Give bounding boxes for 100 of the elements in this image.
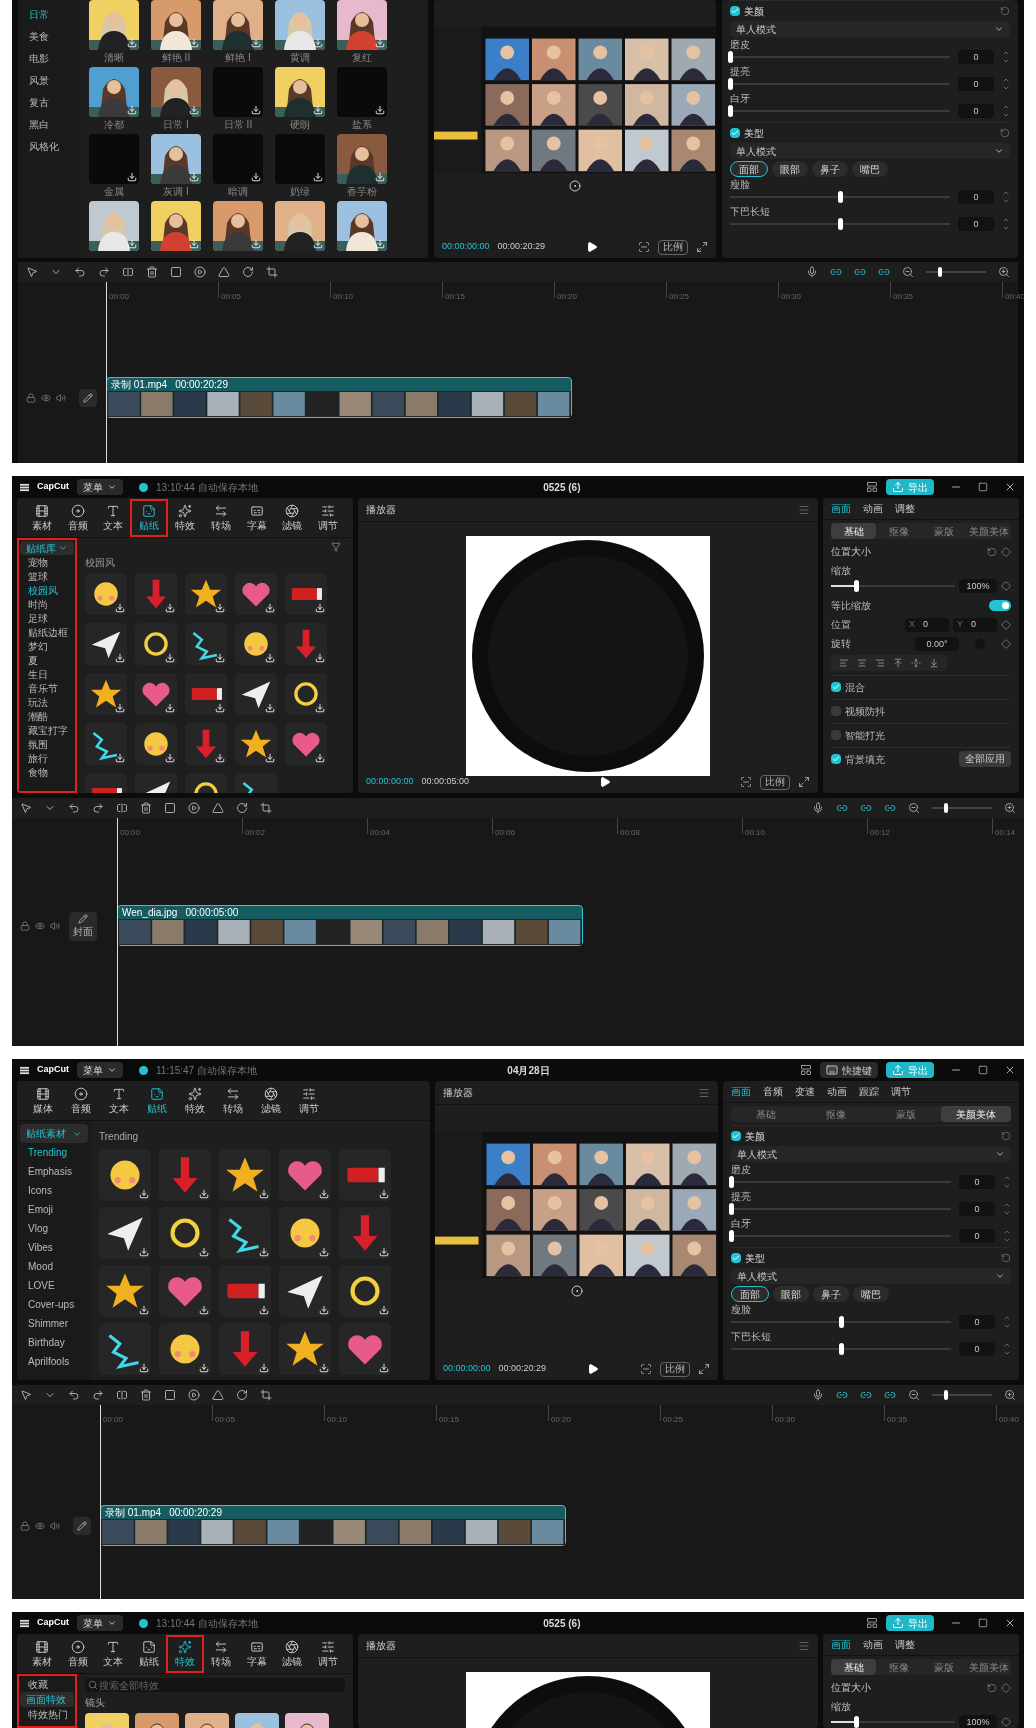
subtab[interactable]: 蒙版 (921, 1659, 966, 1675)
category-item[interactable]: 篮球 (20, 569, 74, 583)
subtab[interactable]: 美颜美体 (966, 523, 1011, 539)
inspector-tab[interactable]: 动画 (827, 1084, 847, 1099)
part-chip[interactable]: 面部 (731, 1286, 769, 1302)
toolbar-tab[interactable]: 调节 (311, 500, 346, 535)
ratio-button[interactable]: 比例 (658, 239, 688, 255)
category-item[interactable]: Vlog (20, 1219, 88, 1238)
inspector-tab[interactable]: 变速 (795, 1084, 815, 1099)
category-item[interactable]: 玩法 (20, 695, 74, 709)
value-field[interactable]: 0 (959, 1229, 995, 1243)
toolbar-tab[interactable]: 转场 (203, 500, 238, 535)
inspector-tab[interactable]: 画面 (731, 1084, 751, 1099)
value-field[interactable]: 0 (958, 104, 994, 118)
toolbar-tab[interactable]: 滤镜 (275, 500, 310, 535)
part-chip[interactable]: 眼部 (773, 1286, 809, 1302)
category-item[interactable]: 夏 (20, 653, 74, 667)
toolbar-tab[interactable]: 贴纸 (132, 500, 167, 535)
value-field[interactable]: 0 (959, 1202, 995, 1216)
ratio-button[interactable]: 比例 (760, 774, 790, 790)
subtab[interactable]: 抠像 (876, 523, 921, 539)
inspector-tab[interactable]: 跟踪 (859, 1084, 879, 1099)
category-item[interactable]: 日常 (21, 3, 77, 25)
value-field[interactable]: 0 (958, 50, 994, 64)
toolbar-tab[interactable]: 调节 (291, 1083, 327, 1118)
part-chip[interactable]: 面部 (730, 161, 768, 177)
inspector-tab[interactable]: 画面 (831, 501, 851, 516)
category-item[interactable]: LOVE (20, 1276, 88, 1295)
category-item[interactable]: 风景 (21, 69, 77, 91)
category-item[interactable]: 生日 (20, 667, 74, 681)
category-item[interactable]: 音乐节 (20, 681, 74, 695)
mode-dropdown[interactable]: 单人模式 (730, 21, 1010, 37)
mode-dropdown[interactable]: 单人模式 (730, 143, 1010, 159)
toolbar-tab[interactable]: 素材 (25, 500, 59, 535)
category-item[interactable]: 复古 (21, 91, 77, 113)
category-item[interactable]: 梦幻 (20, 639, 74, 653)
toolbar-tab[interactable]: 滤镜 (253, 1083, 289, 1118)
category-item[interactable]: Mood (20, 1257, 88, 1276)
category-item[interactable]: Aprilfools (20, 1352, 88, 1371)
subtab[interactable]: 美颜美体 (966, 1659, 1011, 1675)
inspector-tab[interactable]: 音频 (763, 1084, 783, 1099)
category-item[interactable]: 画面特效 (20, 1692, 74, 1707)
category-item[interactable]: 黑白 (21, 113, 77, 135)
part-chip[interactable]: 鼻子 (813, 1286, 849, 1302)
part-chip[interactable]: 嘴巴 (853, 1286, 889, 1302)
menu-button[interactable]: 菜单 (77, 479, 123, 495)
category-item[interactable]: 风格化 (21, 135, 77, 157)
toolbar-tab[interactable]: 滤镜 (275, 1636, 310, 1671)
toolbar-tab[interactable]: 文本 (96, 1636, 131, 1671)
mode-dropdown[interactable]: 单人模式 (731, 1146, 1011, 1162)
part-chip[interactable]: 眼部 (772, 161, 808, 177)
category-item[interactable]: Trending (20, 1143, 88, 1162)
value-field[interactable]: 0 (958, 217, 994, 231)
category-item[interactable]: 氛围 (20, 737, 74, 751)
toolbar-tab[interactable]: 贴纸 (139, 1083, 175, 1118)
mode-dropdown[interactable]: 单人模式 (731, 1268, 1011, 1284)
value-field[interactable]: 100% (959, 1715, 997, 1728)
value-field[interactable]: 0 (959, 1315, 995, 1329)
toolbar-tab[interactable]: 音频 (63, 1083, 99, 1118)
category-item[interactable]: 藏宝打字 (20, 723, 74, 737)
cover-button[interactable]: 封面 (69, 911, 97, 941)
subtab[interactable]: 基础 (831, 1659, 876, 1675)
subtab[interactable]: 抠像 (876, 1659, 921, 1675)
toolbar-tab[interactable]: 贴纸 (132, 1636, 167, 1671)
toolbar-tab[interactable]: 音频 (60, 1636, 95, 1671)
x-field[interactable]: X 0 (905, 617, 949, 632)
category-item[interactable]: 美食 (21, 25, 77, 47)
toolbar-tab[interactable]: 素材 (25, 1636, 59, 1671)
subtab[interactable]: 蒙版 (871, 1106, 941, 1122)
inspector-tab[interactable]: 调整 (895, 1637, 915, 1652)
toolbar-tab[interactable]: 文本 (101, 1083, 137, 1118)
value-field[interactable]: 0 (959, 1342, 995, 1356)
menu-button[interactable]: 菜单 (77, 1062, 123, 1078)
y-field[interactable]: Y 0 (953, 617, 997, 632)
toolbar-tab[interactable]: 转场 (215, 1083, 251, 1118)
category-item[interactable]: 收藏 (20, 1677, 74, 1692)
category-item[interactable]: 食物 (20, 765, 74, 779)
value-field[interactable]: 0 (958, 77, 994, 91)
toolbar-tab[interactable]: 音频 (60, 500, 95, 535)
category-item[interactable]: Birthday (20, 1333, 88, 1352)
toolbar-tab[interactable]: 调节 (311, 1636, 346, 1671)
toolbar-tab[interactable]: 转场 (203, 1636, 238, 1671)
category-item[interactable]: 足球 (20, 611, 74, 625)
search-field[interactable]: 搜索全部特效 (85, 1678, 345, 1692)
category-item[interactable]: 特效热门 (20, 1707, 74, 1722)
category-item[interactable]: Icons (20, 1181, 88, 1200)
category-item[interactable]: Emoji (20, 1200, 88, 1219)
category-item[interactable]: Emphasis (20, 1162, 88, 1181)
inspector-tab[interactable]: 画面 (831, 1637, 851, 1652)
category-item[interactable]: 宠物 (20, 555, 74, 569)
category-item[interactable]: 电影 (21, 47, 77, 69)
category-item[interactable]: Shimmer (20, 1314, 88, 1333)
menu-button[interactable]: 菜单 (77, 1615, 123, 1631)
subtab[interactable]: 基础 (731, 1106, 801, 1122)
ratio-button[interactable]: 比例 (660, 1361, 690, 1377)
toolbar-tab[interactable]: 字幕 (239, 500, 274, 535)
video-clip[interactable]: Wen_dia.jpg 00:00:05:00 (117, 905, 583, 946)
category-item[interactable]: 旅行 (20, 751, 74, 765)
toolbar-tab[interactable]: 特效 (177, 1083, 213, 1118)
category-item[interactable]: 校园风 (20, 583, 74, 597)
